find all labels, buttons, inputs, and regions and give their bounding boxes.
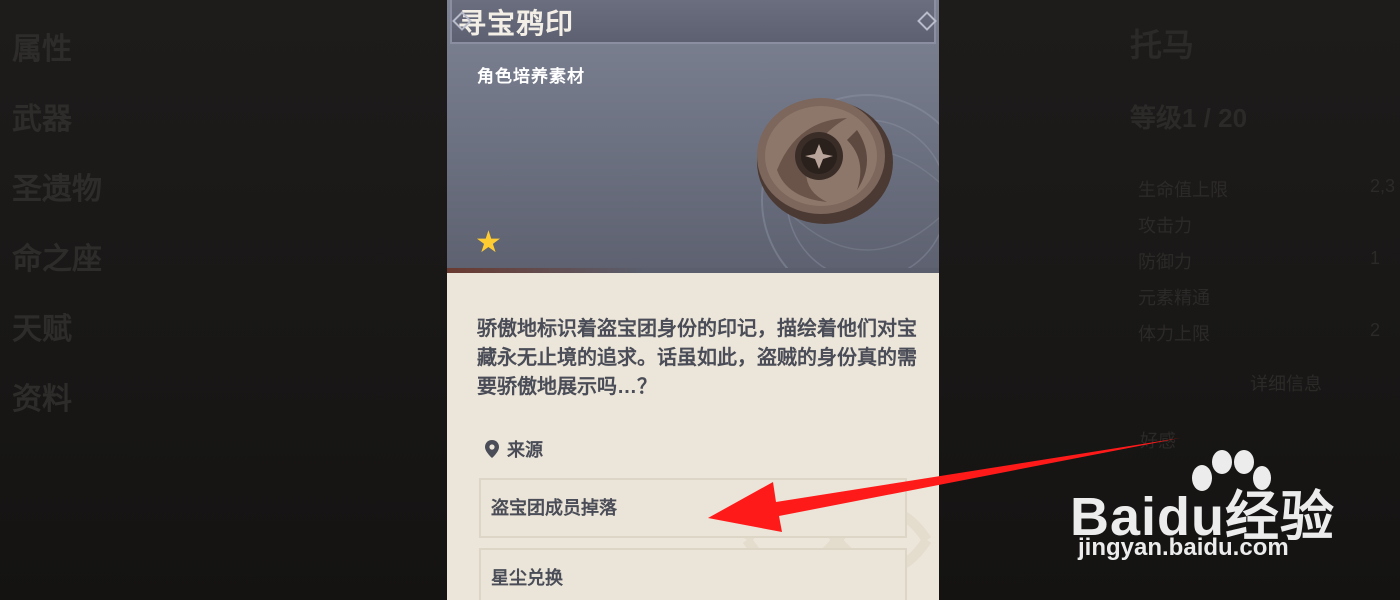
baidu-watermark: Baidu经验 jingyan.baidu.com <box>1070 450 1390 570</box>
watermark-url: jingyan.baidu.com <box>1078 534 1289 561</box>
